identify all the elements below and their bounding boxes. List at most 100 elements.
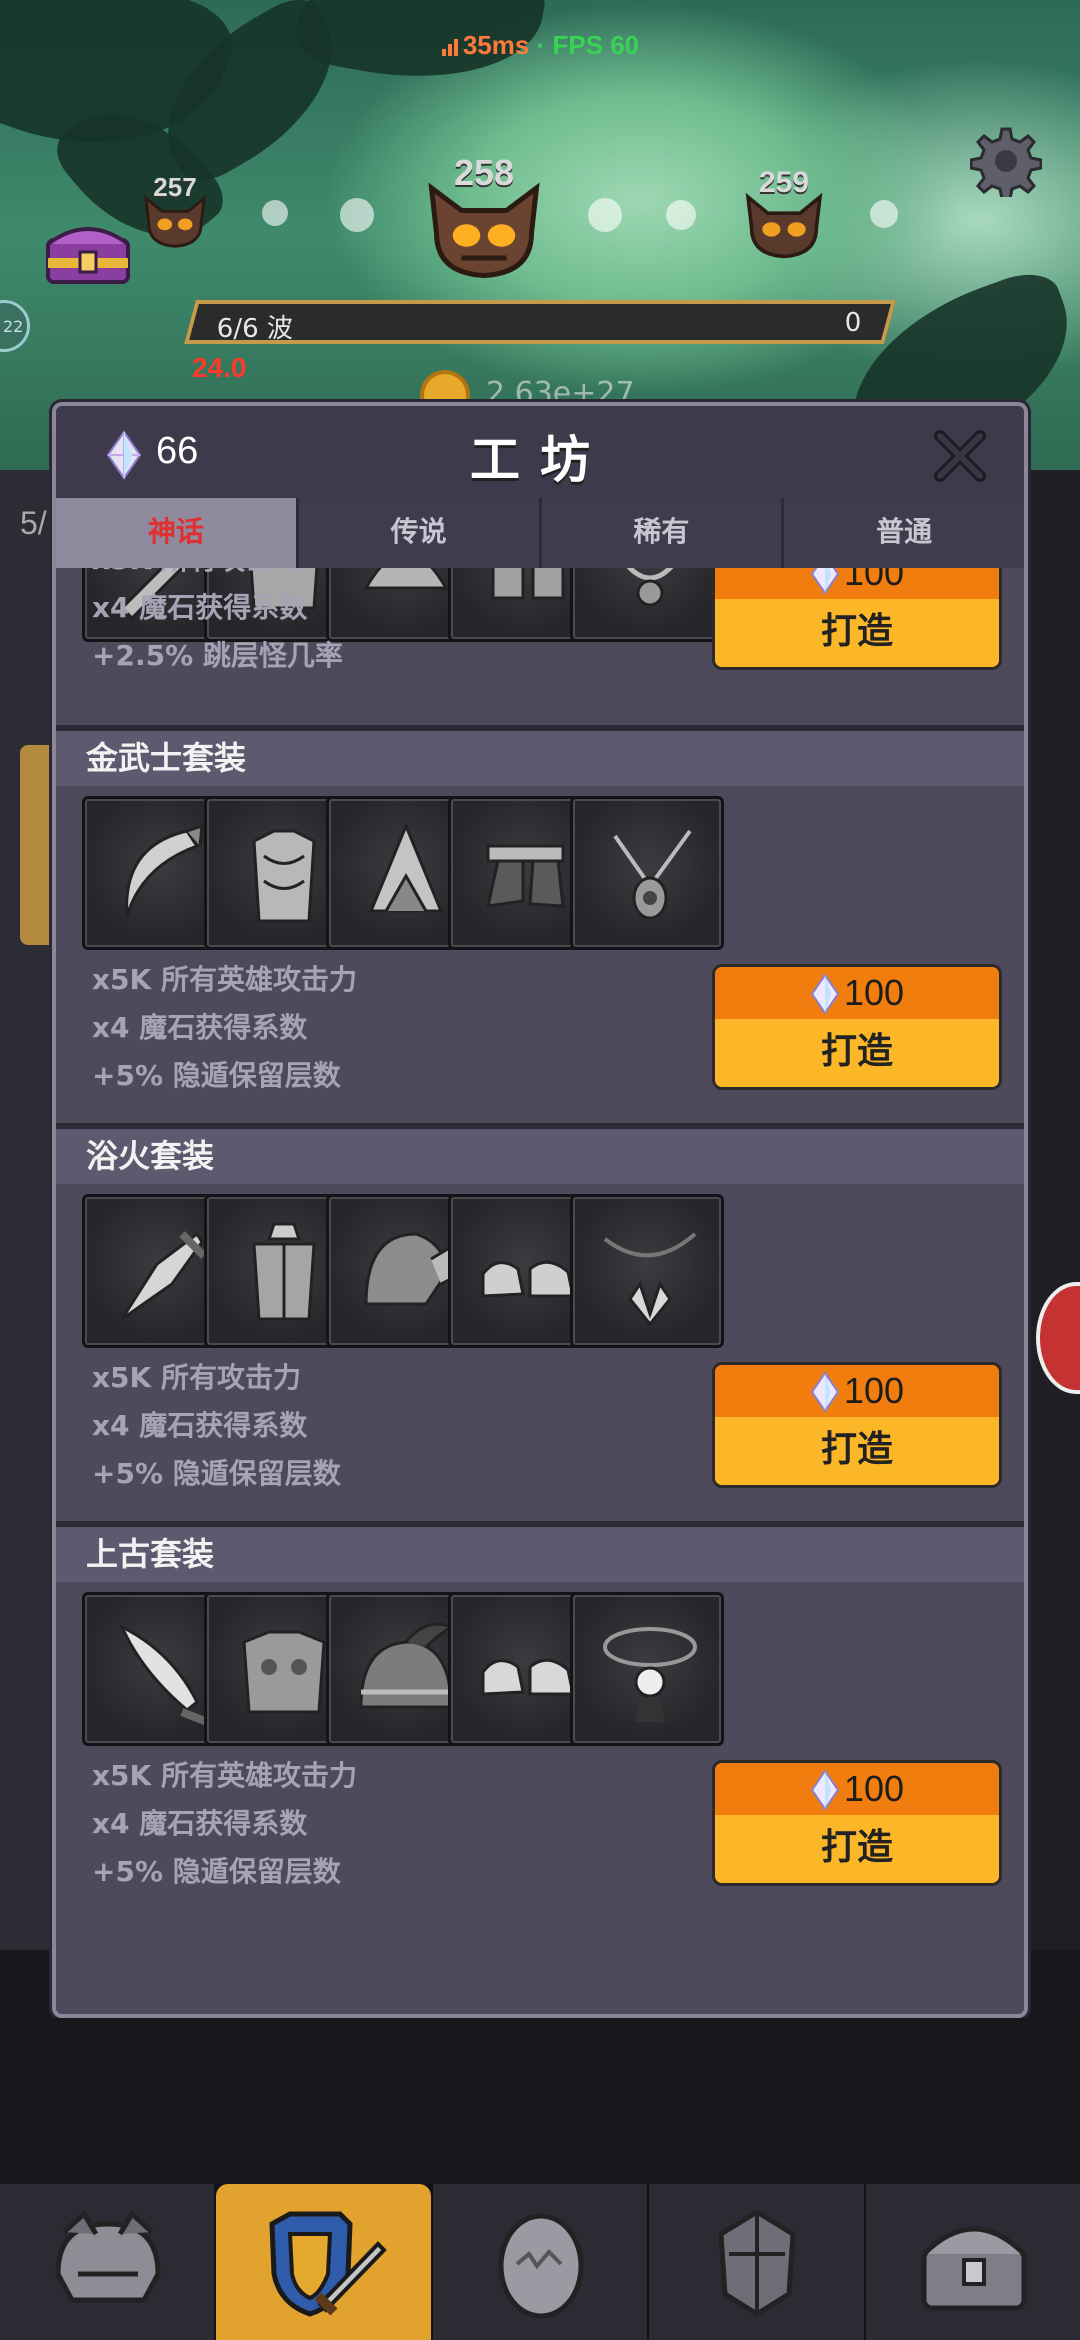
- craft-cost: 100: [715, 1365, 999, 1417]
- panel-header: 66 工坊: [56, 406, 1024, 498]
- set-name: 浴火套装: [56, 1126, 1024, 1184]
- set-name: 金武士套装: [56, 728, 1024, 786]
- craft-label: 打造: [715, 599, 999, 667]
- bottom-navigation: [0, 2184, 1080, 2340]
- craft-cost: 100: [715, 568, 999, 599]
- craft-cost: 100: [715, 967, 999, 1019]
- set-stats: x5K 所有英雄攻击力 x4 魔石获得系数 +5% 隐遁保留层数: [92, 1752, 652, 1896]
- craft-label: 打造: [715, 1417, 999, 1485]
- gear-icon[interactable]: [970, 125, 1042, 197]
- craft-button[interactable]: 100 打造: [712, 964, 1002, 1090]
- egg-icon: [498, 2213, 584, 2319]
- ping-value: 35ms: [462, 30, 530, 60]
- nav-shop[interactable]: [865, 2184, 1080, 2340]
- wave-progress-bar: 6/6 波 0: [184, 300, 896, 344]
- set-stats: x5K 所有英雄攻击力 x4 魔石获得系数 +5% 隐遁保留层数: [92, 956, 652, 1100]
- helmet-icon: [55, 2210, 161, 2303]
- stage-dot: [262, 200, 288, 226]
- stat-line: x5K 所有攻击力: [92, 568, 652, 584]
- tab-legendary[interactable]: 传说: [298, 498, 539, 568]
- stat-line: +5% 隐遁保留层数: [92, 1059, 341, 1092]
- timer-value: 24.0: [192, 352, 247, 383]
- stat-line: +5% 隐遁保留层数: [92, 1457, 341, 1490]
- background-area: [0, 2018, 1080, 2184]
- signal-icon: [441, 39, 458, 56]
- status-separator: ·: [529, 30, 553, 60]
- stat-line: x4 魔石获得系数: [92, 1807, 308, 1840]
- stat-line: x5K 所有英雄攻击力: [92, 963, 357, 996]
- stage-skull-next[interactable]: 259: [740, 166, 828, 260]
- equipment-set: 上古套装 x5K 所有英雄攻击力 x4 魔石获得系数 +5% 隐遁保留层数 10…: [56, 1524, 1024, 1922]
- craft-cost-value: 100: [843, 1370, 905, 1411]
- stat-line: x5K 所有攻击力: [92, 1361, 301, 1394]
- craft-cost-value: 100: [843, 1768, 905, 1809]
- background-panel-left: [0, 470, 52, 1950]
- game-scene: 35ms · FPS 60 257 258 259 22 6/6 波 0 24.…: [0, 0, 1080, 470]
- set-stats: x5K 所有攻击力 x4 魔石获得系数 +5% 隐遁保留层数: [92, 1354, 652, 1498]
- shield-sword-icon: [269, 2211, 388, 2317]
- equipment-slot[interactable]: [570, 796, 724, 950]
- stat-line: x4 魔石获得系数: [92, 591, 308, 624]
- rarity-tabs: 神话 传说 稀有 普通: [56, 498, 1024, 568]
- wave-label: 6/6 波: [216, 314, 293, 344]
- set-items: [56, 1582, 1024, 1752]
- panel-title: 工坊: [470, 431, 610, 489]
- equipment-set-list[interactable]: x5K 所有攻击力 x4 魔石获得系数 +2.5% 跳层怪几率 100 打造 金…: [56, 568, 1024, 2014]
- stat-line: x5K 所有英雄攻击力: [92, 1759, 357, 1792]
- side-counter: 5/: [20, 505, 47, 541]
- stage-number: 259: [758, 166, 810, 199]
- treasure-chest-icon: [921, 2226, 1027, 2311]
- skull-necklace-icon: [603, 1627, 697, 1722]
- nav-pets[interactable]: [432, 2184, 648, 2340]
- nav-workshop[interactable]: [216, 2184, 431, 2340]
- craft-button[interactable]: 100 打造: [712, 1362, 1002, 1488]
- craft-cost: 100: [715, 1763, 999, 1815]
- stage-dot: [870, 200, 898, 228]
- stat-line: +5% 隐遁保留层数: [92, 1855, 341, 1888]
- stage-number: 258: [453, 152, 515, 193]
- tab-rare[interactable]: 稀有: [541, 498, 782, 568]
- equipment-slot[interactable]: [570, 1194, 724, 1348]
- treasure-chest-icon[interactable]: [40, 210, 136, 290]
- stat-line: x4 魔石获得系数: [92, 1011, 308, 1044]
- armor-icon: [718, 2209, 796, 2317]
- stage-number: 257: [153, 172, 197, 202]
- tab-mythic[interactable]: 神话: [56, 498, 296, 568]
- gem-icon: [810, 1769, 840, 1811]
- craft-button[interactable]: 100 打造: [712, 1760, 1002, 1886]
- stat-line: x4 魔石获得系数: [92, 1409, 308, 1442]
- equipment-slot[interactable]: [570, 1592, 724, 1746]
- craft-cost-value: 100: [843, 568, 905, 593]
- workshop-panel: 66 工坊 神话 传说 稀有 普通 x5K 所有攻击力 x4 魔石获得系数 +2…: [52, 402, 1028, 2018]
- craft-label: 打造: [715, 1815, 999, 1883]
- stage-dot: [666, 200, 696, 230]
- equipment-set: x5K 所有攻击力 x4 魔石获得系数 +2.5% 跳层怪几率 100 打造: [56, 568, 1024, 728]
- side-tab[interactable]: [20, 745, 56, 945]
- set-items: [56, 1184, 1024, 1354]
- nav-equipment[interactable]: [649, 2184, 864, 2340]
- gem-icon: [810, 1371, 840, 1413]
- nav-heroes[interactable]: [0, 2184, 215, 2340]
- network-status: 35ms · FPS 60: [0, 30, 1080, 61]
- craft-cost-value: 100: [843, 972, 905, 1013]
- gem-icon: [810, 568, 840, 595]
- close-icon[interactable]: [932, 428, 988, 484]
- side-badge[interactable]: 22: [0, 300, 30, 352]
- equipment-set: 浴火套装 x5K 所有攻击力 x4 魔石获得系数 +5% 隐遁保留层数 100 …: [56, 1126, 1024, 1524]
- tab-common[interactable]: 普通: [784, 498, 1024, 568]
- stat-line: +2.5% 跳层怪几率: [92, 639, 343, 672]
- necklace-icon: [603, 1232, 697, 1327]
- fps-value: FPS 60: [552, 30, 640, 60]
- stage-skull-current[interactable]: 258: [422, 152, 546, 279]
- stage-dot: [340, 198, 374, 232]
- craft-label: 打造: [715, 1019, 999, 1087]
- equipment-set: 金武士套装 x5K 所有英雄攻击力 x4 魔石获得系数 +5% 隐遁保留层数 1…: [56, 728, 1024, 1126]
- set-items: [56, 786, 1024, 956]
- gem-icon: [810, 973, 840, 1015]
- set-name: 上古套装: [56, 1524, 1024, 1582]
- background-panel-right: [1030, 470, 1080, 1950]
- set-stats: x5K 所有攻击力 x4 魔石获得系数 +2.5% 跳层怪几率: [92, 568, 652, 680]
- wave-count: 0: [845, 308, 862, 338]
- stage-skull-previous[interactable]: 257: [140, 172, 210, 250]
- craft-button[interactable]: 100 打造: [712, 568, 1002, 670]
